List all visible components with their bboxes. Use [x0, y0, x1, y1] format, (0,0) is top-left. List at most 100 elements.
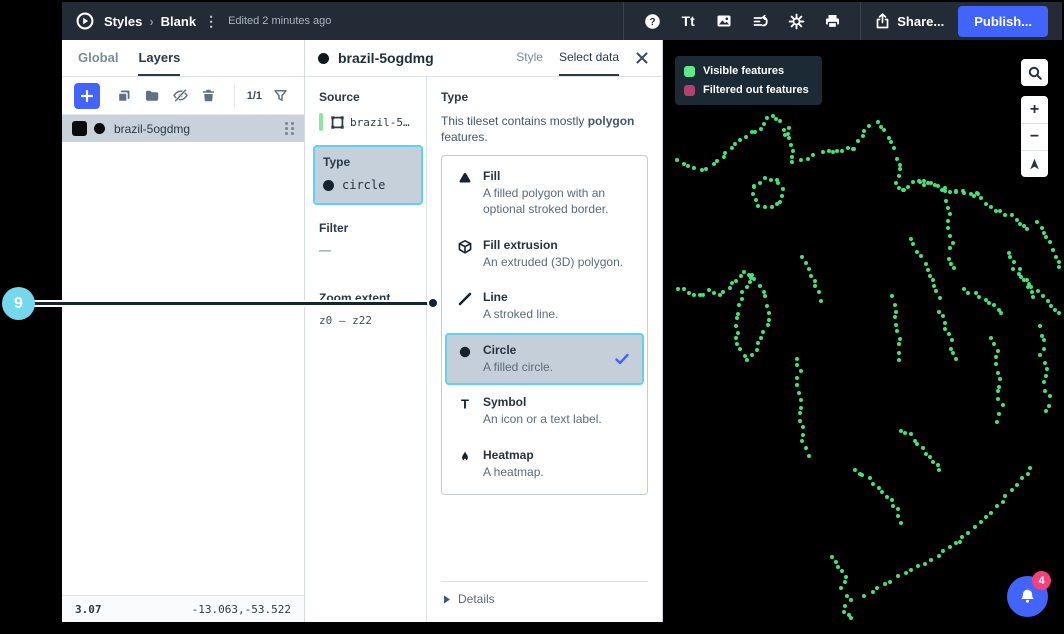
- top-bar: Styles › Blank ⋮ Edited 2 minutes ago ? …: [62, 2, 1062, 40]
- legend-label: Visible features: [703, 65, 784, 77]
- add-layer-button[interactable]: [74, 83, 100, 109]
- legend-label: Filtered out features: [703, 84, 809, 96]
- share-label: Share...: [897, 14, 944, 29]
- layer-color-swatch: [72, 121, 87, 136]
- layer-type-list: FillA filled polygon with an optional st…: [441, 155, 648, 494]
- map-status-bar: 3.07 -13.063,-53.522: [62, 595, 304, 622]
- tab-select-data[interactable]: Select data: [559, 40, 619, 76]
- print-icon[interactable]: [817, 6, 847, 36]
- breadcrumb-styles[interactable]: Styles: [104, 14, 142, 29]
- compass-button[interactable]: [1021, 150, 1048, 177]
- notifications-button[interactable]: 4: [1007, 576, 1048, 617]
- edited-status: Edited 2 minutes ago: [228, 15, 331, 27]
- topbar-divider: [623, 2, 624, 40]
- map-dots-layer: [663, 40, 1062, 622]
- circle-type-icon: [323, 180, 334, 191]
- svg-text:T: T: [461, 397, 469, 412]
- layers-panel: Global Layers: [62, 40, 305, 622]
- images-icon[interactable]: [709, 6, 739, 36]
- circle-icon: [456, 344, 473, 360]
- source-status-bar: [319, 113, 323, 131]
- fill-extrusion-icon: [456, 239, 473, 255]
- map-legend: Visible features Filtered out features: [675, 56, 822, 105]
- plus-icon: [80, 89, 94, 103]
- layer-row-brazil[interactable]: brazil-5ogdmg: [62, 115, 304, 142]
- zoom-in-button[interactable]: +: [1021, 96, 1048, 123]
- editor-layer-title: brazil-5ogdmg: [338, 50, 434, 66]
- layer-list-empty-area: [62, 142, 304, 595]
- source-section-label: Source: [319, 90, 416, 104]
- layers-toolbar: 1/1: [62, 77, 304, 115]
- app-window: Styles › Blank ⋮ Edited 2 minutes ago ? …: [62, 2, 1062, 622]
- share-button[interactable]: Share...: [875, 13, 944, 29]
- editor-sidebar: Source brazil-5… Type circle: [305, 77, 427, 622]
- fonts-icon[interactable]: Tt: [673, 6, 703, 36]
- layer-type-dot-icon: [318, 53, 329, 64]
- drag-handle-icon[interactable]: [285, 122, 294, 135]
- delete-layer-trash-icon[interactable]: [196, 84, 220, 108]
- filtered-features-swatch: [684, 85, 695, 96]
- filter-section-label[interactable]: Filter: [319, 221, 416, 235]
- type-option-symbol[interactable]: T SymbolAn icon or a text label.: [445, 385, 644, 438]
- close-icon[interactable]: [635, 40, 649, 76]
- layer-name: brazil-5ogdmg: [114, 122, 190, 136]
- bell-icon: [1019, 588, 1036, 606]
- history-icon[interactable]: [745, 6, 775, 36]
- duplicate-layer-icon[interactable]: [112, 84, 136, 108]
- disclosure-triangle-icon: [443, 595, 451, 604]
- check-icon: [614, 351, 630, 372]
- tab-layers[interactable]: Layers: [138, 40, 180, 76]
- settings-gear-icon[interactable]: [781, 6, 811, 36]
- topbar-divider: [860, 2, 861, 40]
- map-canvas[interactable]: Visible features Filtered out features +…: [663, 40, 1062, 622]
- compass-north-icon: [1027, 157, 1042, 172]
- map-zoom-controls: + −: [1021, 96, 1048, 177]
- zoom-out-button[interactable]: −: [1021, 123, 1048, 150]
- type-option-circle[interactable]: CircleA filled circle.: [445, 333, 644, 386]
- share-icon: [875, 13, 890, 29]
- coordinates-readout: -13.063,-53.522: [192, 603, 291, 616]
- mapbox-logo-icon[interactable]: [76, 12, 94, 30]
- annotation-line: [20, 302, 433, 305]
- type-value: circle: [342, 178, 385, 192]
- breadcrumb-style-name[interactable]: Blank: [161, 14, 196, 29]
- select-data-main: Type This tileset contains mostly polygo…: [427, 77, 662, 622]
- tab-global[interactable]: Global: [78, 40, 118, 76]
- panel-tabs: Global Layers: [62, 40, 304, 77]
- details-disclosure[interactable]: Details: [441, 581, 648, 610]
- visible-features-swatch: [684, 66, 695, 77]
- breadcrumb-chevron-icon: ›: [149, 14, 153, 29]
- zoom-extent-value: z0 – z22: [319, 314, 416, 327]
- layer-type-circle-icon: [94, 123, 105, 134]
- line-icon: [456, 291, 473, 307]
- tileset-icon: [330, 115, 345, 130]
- publish-button[interactable]: Publish...: [958, 6, 1048, 37]
- filter-value: —: [319, 243, 416, 257]
- map-search-button[interactable]: [1021, 59, 1048, 86]
- svg-text:?: ?: [649, 17, 655, 28]
- editor-header: brazil-5ogdmg Style Select data: [305, 40, 662, 77]
- layer-count: 1/1: [247, 90, 262, 102]
- type-option-heatmap[interactable]: HeatmapA heatmap.: [445, 438, 644, 491]
- filter-funnel-icon[interactable]: [268, 84, 292, 108]
- type-section-label: Type: [323, 155, 413, 169]
- help-icon[interactable]: ?: [637, 6, 667, 36]
- type-section-selected[interactable]: Type circle: [313, 145, 423, 205]
- layer-editor-panel: brazil-5ogdmg Style Select data Source b…: [305, 40, 663, 622]
- details-label: Details: [458, 592, 495, 606]
- source-row[interactable]: brazil-5…: [319, 113, 416, 131]
- symbol-icon: T: [456, 396, 473, 412]
- type-option-fill-extrusion[interactable]: Fill extrusionAn extruded (3D) polygon.: [445, 228, 644, 281]
- annotation-badge-9: 9: [2, 287, 35, 320]
- hide-layer-eye-off-icon[interactable]: [168, 84, 192, 108]
- notification-count-badge: 4: [1032, 571, 1051, 590]
- legend-row-filtered: Filtered out features: [684, 84, 809, 96]
- heatmap-icon: [456, 449, 473, 465]
- type-heading: Type: [441, 90, 648, 104]
- tab-style[interactable]: Style: [516, 40, 543, 76]
- style-menu-kebab-icon[interactable]: ⋮: [204, 16, 218, 26]
- type-option-fill[interactable]: FillA filled polygon with an optional st…: [445, 159, 644, 227]
- type-option-line[interactable]: LineA stroked line.: [445, 280, 644, 333]
- legend-row-visible: Visible features: [684, 65, 809, 77]
- group-folder-icon[interactable]: [140, 84, 164, 108]
